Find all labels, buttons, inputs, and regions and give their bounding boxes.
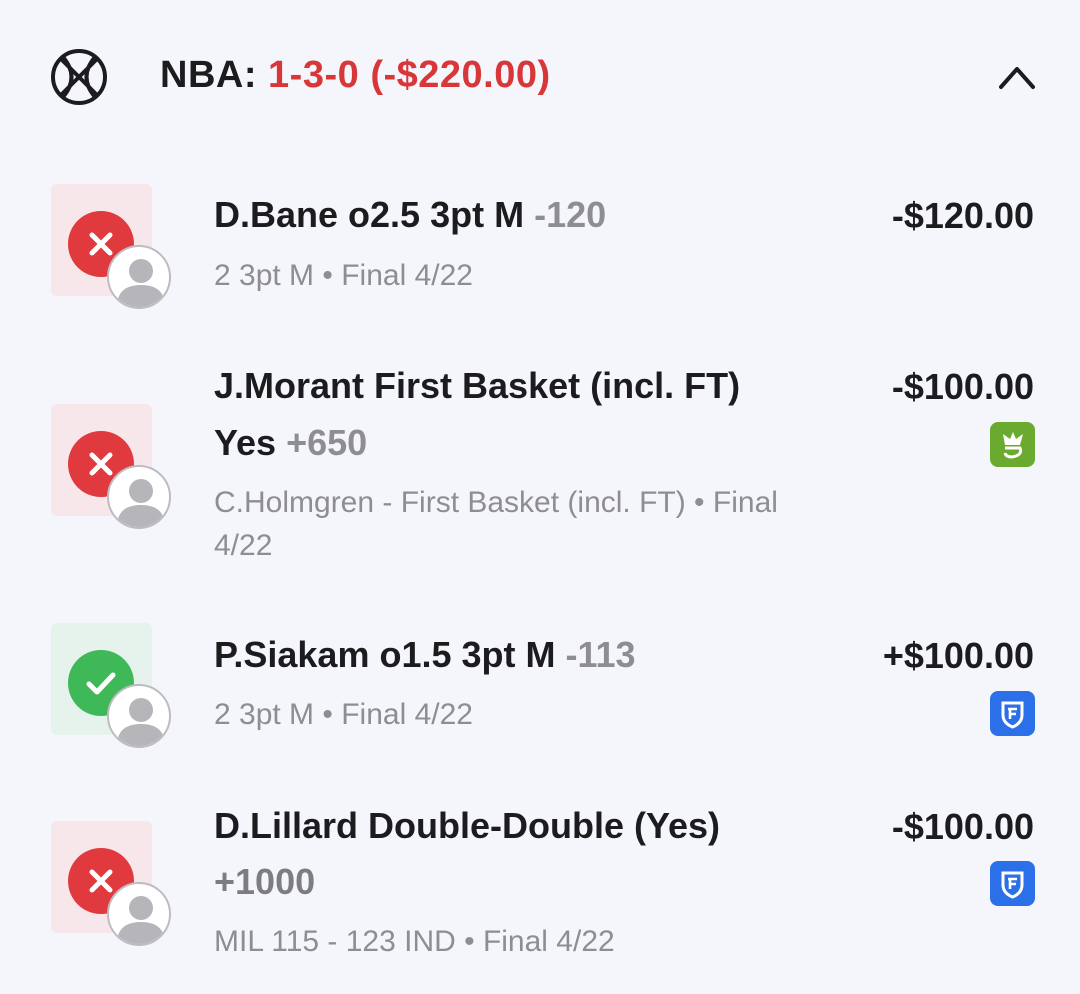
league-section-header[interactable]: NBA: 1-3-0 (-$220.00) [0,0,1080,150]
fanduel-icon [990,861,1035,906]
bet-selection: D.Bane o2.5 3pt M [214,194,525,235]
league-record-title: NBA: 1-3-0 (-$220.00) [160,54,551,97]
bet-row[interactable]: D.Bane o2.5 3pt M -120 2 3pt M • Final 4… [0,170,1080,320]
bet-status-tile [51,623,171,748]
chevron-up-icon[interactable] [998,64,1036,90]
bet-amount: -$100.00 [891,806,1034,847]
bet-result-detail: 2 3pt M • Final 4/22 [214,259,473,292]
fanduel-icon [990,691,1035,736]
bet-selection: P.Siakam o1.5 3pt M [214,634,556,675]
bet-row[interactable]: P.Siakam o1.5 3pt M -113 2 3pt M • Final… [0,610,1080,760]
bet-status-tile [51,184,171,309]
bet-result-detail: C.Holmgren - First Basket (incl. FT) • F… [214,486,778,519]
bet-selection: D.Lillard Double-Double (Yes) [214,805,721,846]
player-avatar-icon [107,465,171,529]
bet-title: P.Siakam o1.5 3pt M -113 [214,626,636,683]
bet-title-line2: Yes +650 [214,414,367,471]
bet-amount: -$120.00 [891,195,1034,236]
bet-odds: -113 [565,634,636,675]
bet-odds: +650 [286,422,368,463]
bet-odds: -120 [534,194,607,235]
league-name: NBA: [160,54,257,96]
bet-result-detail-cont: 4/22 [214,529,273,562]
bet-selection-cont: Yes [214,422,277,463]
bet-result-detail: MIL 115 - 123 IND • Final 4/22 [214,925,615,958]
bet-result-detail: 2 3pt M • Final 4/22 [214,698,473,731]
bet-status-tile [51,404,171,529]
bet-amount: +$100.00 [882,635,1034,676]
bet-title: D.Bane o2.5 3pt M -120 [214,186,606,243]
bet-row[interactable]: D.Lillard Double-Double (Yes) +1000 MIL … [0,795,1080,985]
basketball-icon [51,49,107,105]
bet-selection: J.Morant First Basket (incl. FT) [214,365,741,406]
bet-status-tile [51,821,171,946]
bet-row[interactable]: J.Morant First Basket (incl. FT) Yes +65… [0,355,1080,575]
player-avatar-icon [107,882,171,946]
bet-odds: +1000 [214,861,316,902]
player-avatar-icon [107,245,171,309]
player-avatar-icon [107,684,171,748]
bet-amount: -$100.00 [891,366,1034,407]
draftkings-icon [990,422,1035,467]
league-record: 1-3-0 (-$220.00) [268,54,551,96]
